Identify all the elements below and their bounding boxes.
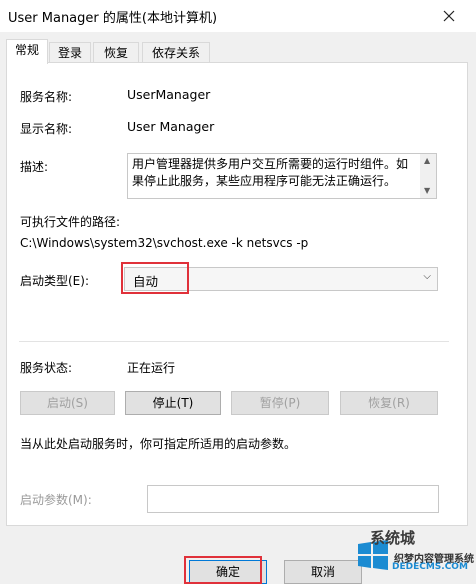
close-icon[interactable] <box>436 4 462 28</box>
general-panel: 服务名称: UserManager 显示名称: User Manager 描述:… <box>6 62 468 526</box>
description-box[interactable]: 用户管理器提供多用户交互所需要的运行时组件。如果停止此服务，某些应用程序可能无法… <box>127 153 437 199</box>
status-label: 服务状态: <box>20 361 73 375</box>
stop-button[interactable]: 停止(T) <box>125 391 221 415</box>
service-name-label: 服务名称: <box>20 90 73 104</box>
exe-path-value: C:\Windows\system32\svchost.exe -k netsv… <box>20 236 309 250</box>
display-name-label: 显示名称: <box>20 122 73 136</box>
title-bar: User Manager 的属性(本地计算机) <box>0 0 476 32</box>
service-name-value: UserManager <box>127 87 211 102</box>
tab-bar: 常规 登录 恢复 依存关系 <box>0 38 476 64</box>
tab-dependencies[interactable]: 依存关系 <box>142 42 210 63</box>
window-title: User Manager 的属性(本地计算机) <box>8 11 218 26</box>
description-scrollbar[interactable]: ▲ ▼ <box>420 154 436 198</box>
resume-button[interactable]: 恢复(R) <box>340 391 438 415</box>
start-params-input[interactable] <box>147 485 439 513</box>
startup-type-label: 启动类型(E): <box>20 274 89 288</box>
start-params-label: 启动参数(M): <box>20 493 92 507</box>
scroll-down-icon[interactable]: ▼ <box>424 186 430 195</box>
description-label: 描述: <box>20 160 49 174</box>
watermark-site: DEDECMS.COM <box>392 562 468 572</box>
cancel-button[interactable]: 取消 <box>284 560 362 584</box>
hint-text: 当从此处启动服务时，你可指定所适用的启动参数。 <box>20 437 297 451</box>
description-text: 用户管理器提供多用户交互所需要的运行时组件。如果停止此服务，某些应用程序可能无法… <box>132 157 409 188</box>
tab-logon[interactable]: 登录 <box>49 42 91 63</box>
display-name-value: User Manager <box>127 119 215 134</box>
watermark-title: 系统城 <box>370 529 416 547</box>
status-value: 正在运行 <box>127 361 176 375</box>
highlight-box-startup <box>121 262 189 294</box>
divider <box>19 341 449 342</box>
tab-recovery[interactable]: 恢复 <box>93 42 139 63</box>
chevron-down-icon: ⌵ <box>423 271 431 282</box>
watermark: 系统城 织梦内容管理系统 DEDECMS.COM <box>356 522 476 584</box>
tab-general[interactable]: 常规 <box>6 39 48 64</box>
scroll-up-icon[interactable]: ▲ <box>424 156 430 165</box>
start-button[interactable]: 启动(S) <box>20 391 115 415</box>
highlight-box-ok <box>184 556 262 584</box>
pause-button[interactable]: 暂停(P) <box>231 391 329 415</box>
exe-path-label: 可执行文件的路径: <box>20 215 121 229</box>
